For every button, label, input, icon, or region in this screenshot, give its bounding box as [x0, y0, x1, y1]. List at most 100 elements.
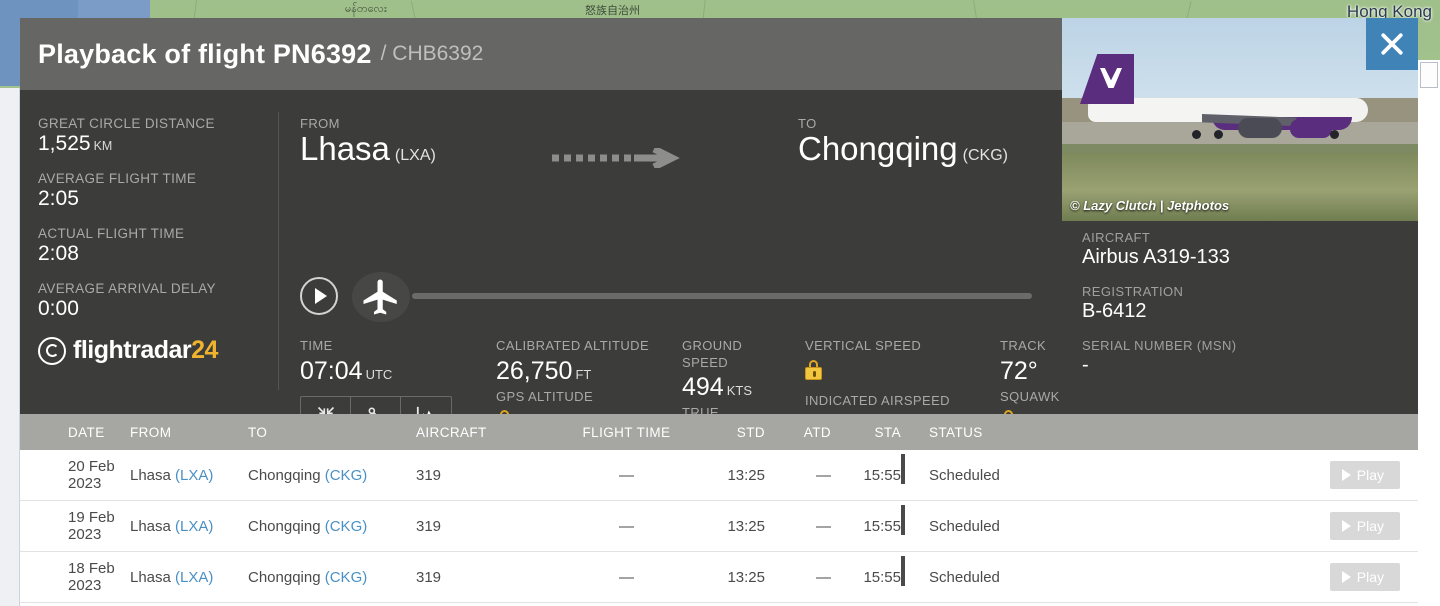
cell-aircraft: 319	[416, 517, 442, 535]
telemetry-time-label: TIME	[300, 338, 333, 353]
cell-status: Scheduled	[901, 504, 1298, 535]
left-rail	[0, 88, 20, 606]
stat-value-avg-flight-time: 2:05	[38, 187, 79, 210]
cell-status: Scheduled	[901, 555, 1298, 586]
cell-std: 13:25	[727, 568, 765, 586]
aircraft-msn-value: -	[1082, 354, 1089, 376]
right-rail	[1418, 60, 1440, 606]
aircraft-registration-label: REGISTRATION	[1082, 284, 1184, 299]
airport-code-link[interactable]: (CKG)	[325, 467, 368, 484]
airplane-handle-icon	[363, 279, 397, 315]
flight-history-table: DATE FROM TO AIRCRAFT FLIGHT TIME STD AT…	[20, 414, 1418, 606]
map-control-button-2[interactable]	[1420, 62, 1438, 88]
telemetry-time: TIME 07:04 UTC	[300, 338, 452, 434]
cell-std: 13:25	[727, 517, 765, 535]
aircraft-type-value: Airbus A319-133	[1082, 246, 1230, 268]
cell-play: Play	[1298, 512, 1418, 540]
cell-to[interactable]: Chongqing (CKG)	[248, 467, 416, 484]
aircraft-type-label: AIRCRAFT	[1082, 230, 1151, 245]
airport-code-link[interactable]: (LXA)	[175, 467, 213, 484]
table-row[interactable]: 19 Feb 2023 Lhasa (LXA) Chongqing (CKG) 319…	[20, 501, 1418, 552]
column-header-sta[interactable]: STA	[831, 425, 901, 440]
airport-code-link[interactable]: (LXA)	[175, 518, 213, 535]
route-to-code: (CKG)	[962, 147, 1008, 164]
aircraft-details: AIRCRAFT Airbus A319-133 REGISTRATION B-…	[1082, 230, 1402, 392]
playback-slider-handle[interactable]	[352, 272, 410, 322]
airport-code-link[interactable]: (CKG)	[325, 569, 368, 586]
cell-to[interactable]: Chongqing (CKG)	[248, 569, 416, 586]
photo-aircraft-engine-1	[1238, 118, 1282, 138]
route-to-city: Chongqing (CKG)	[798, 131, 1008, 167]
status-indicator-bar	[901, 504, 905, 535]
photo-landing-gear	[1214, 130, 1223, 139]
telemetry-calibrated-altitude-unit: FT	[575, 366, 592, 382]
aircraft-msn-label: SERIAL NUMBER (MSN)	[1082, 338, 1237, 353]
flight-playback-panel: Playback of flight PN6392 / CHB6392 GREA…	[20, 18, 1418, 464]
cell-aircraft: 319	[416, 466, 442, 484]
cell-from[interactable]: Lhasa (LXA)	[130, 569, 248, 586]
logo-text: flightradar24	[73, 336, 218, 365]
column-header-aircraft[interactable]: AIRCRAFT	[416, 425, 554, 440]
stat-value-actual-flight-time: 2:08	[38, 242, 79, 265]
cell-status: Scheduled	[901, 453, 1298, 484]
flightradar24-logo[interactable]: flightradar24	[38, 336, 260, 365]
photo-credit: © Lazy Clutch | Jetphotos	[1070, 198, 1230, 213]
row-play-button[interactable]: Play	[1329, 461, 1400, 489]
telemetry-gps-altitude-label: GPS ALTITUDE	[496, 388, 594, 404]
lock-icon[interactable]	[805, 359, 822, 380]
column-header-atd[interactable]: ATD	[765, 425, 831, 440]
telemetry-time-number: 07:04	[300, 356, 363, 385]
telemetry-ground-speed-label: GROUND SPEED	[682, 338, 743, 370]
airport-code-link[interactable]: (CKG)	[325, 518, 368, 535]
cell-std: 13:25	[727, 466, 765, 484]
cell-sta: 15:55	[863, 517, 901, 535]
cell-sta: 15:55	[863, 466, 901, 484]
status-indicator-bar	[901, 555, 905, 586]
photo-landing-gear	[1330, 130, 1339, 139]
column-header-std[interactable]: STD	[699, 425, 765, 440]
play-icon	[1341, 571, 1351, 583]
route-to-city-name: Chongqing	[798, 130, 958, 167]
cell-date: 18 Feb 2023	[68, 560, 115, 594]
column-header-to[interactable]: TO	[248, 425, 416, 440]
cell-play: Play	[1298, 563, 1418, 591]
stat-label-avg-arrival-delay: AVERAGE ARRIVAL DELAY	[38, 281, 216, 296]
aircraft-photo[interactable]: © Lazy Clutch | Jetphotos	[1062, 18, 1418, 221]
playback-slider[interactable]	[412, 293, 1032, 299]
stat-unit-distance: KM	[93, 139, 113, 153]
column-header-status[interactable]: STATUS	[901, 425, 1298, 440]
telemetry-time-unit: UTC	[365, 366, 393, 382]
logo-text-main: flightradar	[73, 336, 192, 364]
telemetry-calibrated-altitude-value: 26,750 FT	[496, 357, 671, 386]
playback-controls	[300, 272, 1040, 322]
cell-from[interactable]: Lhasa (LXA)	[130, 518, 248, 535]
route-origin: FROM Lhasa (LXA)	[300, 116, 436, 167]
row-play-label: Play	[1356, 569, 1384, 585]
cell-date: 19 Feb 2023	[68, 509, 115, 543]
column-header-flight-time[interactable]: FLIGHT TIME	[554, 425, 699, 440]
table-body: 20 Feb 2023 Lhasa (LXA) Chongqing (CKG) 319…	[20, 450, 1418, 603]
row-play-button[interactable]: Play	[1329, 563, 1400, 591]
column-header-date[interactable]: DATE	[20, 425, 130, 440]
map-place-label: မန်တလေး	[345, 3, 387, 15]
play-icon	[1341, 469, 1351, 481]
table-row[interactable]: 20 Feb 2023 Lhasa (LXA) Chongqing (CKG) 319…	[20, 450, 1418, 501]
close-button[interactable]	[1366, 18, 1418, 70]
telemetry-ground-speed-number: 494	[682, 373, 724, 402]
cell-play: Play	[1298, 461, 1418, 489]
column-header-from[interactable]: FROM	[130, 425, 248, 440]
telemetry-ground-speed-unit: KTS	[726, 383, 753, 399]
stat-label-actual-flight-time: ACTUAL FLIGHT TIME	[38, 226, 185, 241]
cell-to[interactable]: Chongqing (CKG)	[248, 518, 416, 535]
aircraft-registration-value: B-6412	[1082, 300, 1147, 322]
route-from-label: FROM	[300, 116, 340, 131]
row-play-label: Play	[1356, 467, 1384, 483]
play-button[interactable]	[300, 277, 338, 315]
row-play-button[interactable]: Play	[1329, 512, 1400, 540]
cell-from[interactable]: Lhasa (LXA)	[130, 467, 248, 484]
airport-code-link[interactable]: (LXA)	[175, 569, 213, 586]
arrow-right-icon	[550, 145, 685, 171]
stat-value-avg-arrival-delay: 0:00	[38, 297, 79, 320]
flight-stats-column: GREAT CIRCLE DISTANCE 1,525 KM AVERAGE FL…	[38, 116, 260, 365]
table-row[interactable]: 18 Feb 2023 Lhasa (LXA) Chongqing (CKG) 319…	[20, 552, 1418, 603]
